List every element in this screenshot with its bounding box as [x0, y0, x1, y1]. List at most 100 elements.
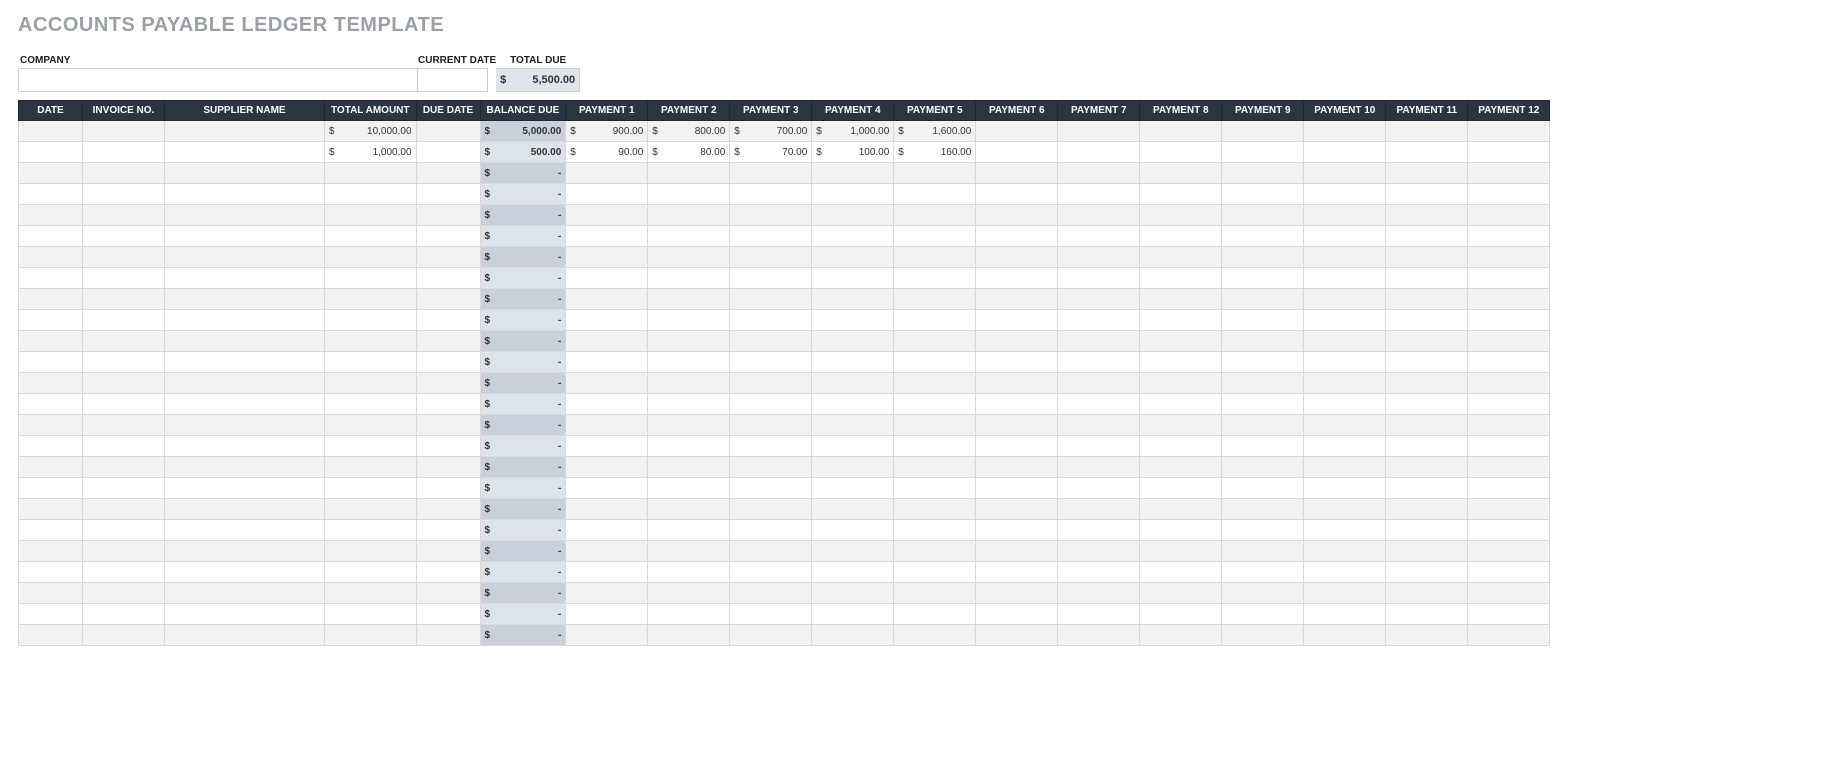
money-cell[interactable]: [894, 226, 976, 247]
money-cell[interactable]: [566, 163, 648, 184]
money-cell[interactable]: [1386, 520, 1468, 541]
table-cell[interactable]: [416, 226, 480, 247]
money-cell[interactable]: [894, 562, 976, 583]
money-cell[interactable]: [1140, 520, 1222, 541]
table-cell[interactable]: [83, 583, 165, 604]
money-cell[interactable]: [1140, 625, 1222, 646]
money-cell[interactable]: [1222, 268, 1304, 289]
money-cell[interactable]: [1386, 142, 1468, 163]
money-cell[interactable]: [976, 310, 1058, 331]
money-cell[interactable]: [566, 520, 648, 541]
money-cell[interactable]: [325, 415, 417, 436]
money-cell[interactable]: [648, 583, 730, 604]
money-cell[interactable]: [1222, 457, 1304, 478]
money-cell[interactable]: [648, 625, 730, 646]
money-cell[interactable]: [976, 457, 1058, 478]
money-cell[interactable]: [1304, 394, 1386, 415]
table-cell[interactable]: [83, 625, 165, 646]
money-cell[interactable]: [730, 184, 812, 205]
money-cell[interactable]: [1140, 226, 1222, 247]
money-cell[interactable]: [325, 625, 417, 646]
money-cell[interactable]: [730, 436, 812, 457]
money-cell[interactable]: [1304, 520, 1386, 541]
money-cell[interactable]: [648, 268, 730, 289]
table-cell[interactable]: [416, 625, 480, 646]
table-cell[interactable]: [165, 205, 325, 226]
table-cell[interactable]: [165, 310, 325, 331]
money-cell[interactable]: [1468, 310, 1550, 331]
money-cell[interactable]: [1222, 583, 1304, 604]
table-cell[interactable]: [416, 478, 480, 499]
money-cell[interactable]: [1468, 142, 1550, 163]
money-cell[interactable]: [1386, 289, 1468, 310]
money-cell[interactable]: [1304, 163, 1386, 184]
money-cell[interactable]: [976, 247, 1058, 268]
money-cell[interactable]: [325, 562, 417, 583]
table-cell[interactable]: [19, 541, 83, 562]
money-cell[interactable]: [1222, 184, 1304, 205]
table-cell[interactable]: [416, 184, 480, 205]
money-cell[interactable]: [894, 331, 976, 352]
money-cell[interactable]: [1468, 331, 1550, 352]
money-cell[interactable]: $1,600.00: [894, 121, 976, 142]
money-cell[interactable]: [730, 352, 812, 373]
money-cell[interactable]: [1140, 121, 1222, 142]
table-cell[interactable]: [165, 394, 325, 415]
money-cell[interactable]: [566, 457, 648, 478]
money-cell[interactable]: [566, 415, 648, 436]
money-cell[interactable]: [648, 562, 730, 583]
money-cell[interactable]: [1304, 289, 1386, 310]
money-cell[interactable]: [1058, 541, 1140, 562]
money-cell[interactable]: [648, 310, 730, 331]
table-cell[interactable]: [19, 562, 83, 583]
money-cell[interactable]: $1,000.00: [325, 142, 417, 163]
money-cell[interactable]: [894, 394, 976, 415]
money-cell[interactable]: [1140, 331, 1222, 352]
money-cell[interactable]: $700.00: [730, 121, 812, 142]
money-cell[interactable]: [1222, 226, 1304, 247]
money-cell[interactable]: [325, 331, 417, 352]
money-cell[interactable]: [1140, 457, 1222, 478]
money-cell[interactable]: [976, 499, 1058, 520]
money-cell[interactable]: [976, 289, 1058, 310]
table-cell[interactable]: [19, 499, 83, 520]
table-cell[interactable]: [19, 520, 83, 541]
table-cell[interactable]: [83, 205, 165, 226]
company-input[interactable]: [18, 68, 418, 92]
table-cell[interactable]: [19, 268, 83, 289]
table-cell[interactable]: [83, 478, 165, 499]
table-cell[interactable]: [165, 289, 325, 310]
money-cell[interactable]: [1140, 373, 1222, 394]
money-cell[interactable]: [730, 289, 812, 310]
money-cell[interactable]: [730, 415, 812, 436]
money-cell[interactable]: [730, 331, 812, 352]
table-cell[interactable]: [416, 268, 480, 289]
money-cell[interactable]: [1304, 121, 1386, 142]
money-cell[interactable]: [812, 373, 894, 394]
money-cell[interactable]: [1468, 226, 1550, 247]
table-cell[interactable]: [19, 394, 83, 415]
money-cell[interactable]: [812, 625, 894, 646]
money-cell[interactable]: [894, 247, 976, 268]
table-cell[interactable]: [416, 541, 480, 562]
money-cell[interactable]: [1304, 604, 1386, 625]
table-cell[interactable]: [416, 142, 480, 163]
table-cell[interactable]: [83, 226, 165, 247]
money-cell[interactable]: [566, 184, 648, 205]
money-cell[interactable]: [1386, 625, 1468, 646]
money-cell[interactable]: [1058, 478, 1140, 499]
table-cell[interactable]: [165, 499, 325, 520]
money-cell[interactable]: [1222, 289, 1304, 310]
money-cell[interactable]: [566, 625, 648, 646]
money-cell[interactable]: $70.00: [730, 142, 812, 163]
money-cell[interactable]: [812, 604, 894, 625]
money-cell[interactable]: [325, 268, 417, 289]
money-cell[interactable]: [325, 583, 417, 604]
money-cell[interactable]: [1140, 352, 1222, 373]
table-cell[interactable]: [19, 247, 83, 268]
money-cell[interactable]: [1468, 163, 1550, 184]
money-cell[interactable]: [894, 457, 976, 478]
money-cell[interactable]: [730, 583, 812, 604]
money-cell[interactable]: [648, 436, 730, 457]
table-cell[interactable]: [83, 394, 165, 415]
